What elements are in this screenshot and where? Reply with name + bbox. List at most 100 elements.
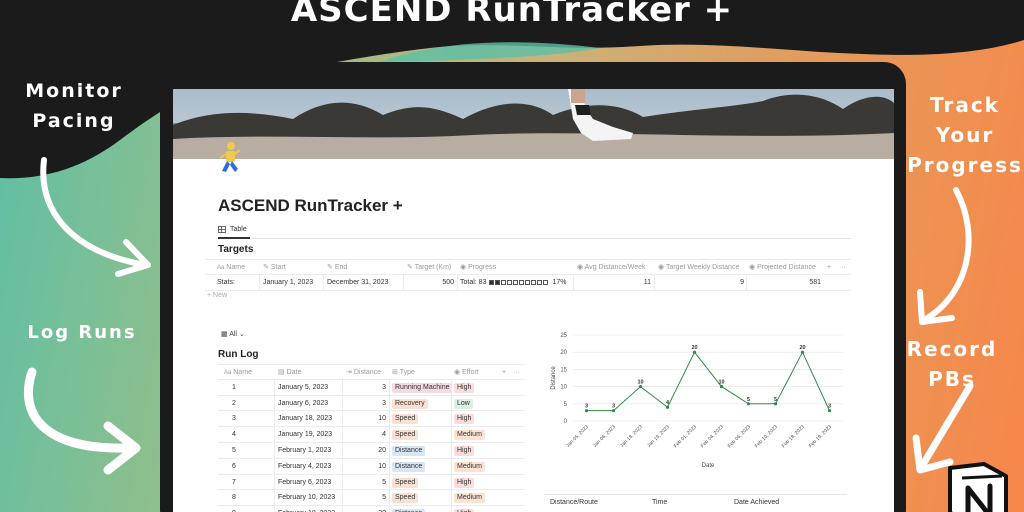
- col-header-type[interactable]: ⊞ Type: [392, 365, 415, 381]
- cell-divider: [274, 506, 275, 512]
- y-tick-label: 20: [560, 350, 567, 356]
- select-icon: ◉: [454, 369, 461, 376]
- new-row-button[interactable]: + New: [207, 292, 227, 299]
- runner-emoji-icon: [219, 142, 241, 172]
- curved-arrow-icon: [917, 187, 972, 325]
- progress-box: [525, 279, 531, 285]
- col-header-distance[interactable]: ⇥ Distance: [346, 365, 381, 381]
- col-header-end[interactable]: ✎ End: [327, 260, 347, 276]
- targets-title: Targets: [218, 244, 254, 255]
- x-tick-label: Feb 01, 2023: [673, 424, 698, 449]
- data-label: 3: [585, 404, 588, 410]
- data-label: 5: [774, 397, 777, 403]
- progress-box: [519, 279, 525, 285]
- cell-divider: [274, 411, 275, 428]
- cell-target-weekly: 9: [740, 279, 744, 286]
- cell-divider: [389, 506, 390, 512]
- col-header-target-weekly[interactable]: ◉ Target Weekly Distance: [658, 260, 739, 276]
- cell-effort: High: [454, 506, 475, 512]
- header-label: End: [334, 264, 348, 271]
- add-property-button[interactable]: +: [827, 260, 831, 276]
- view-selector-all[interactable]: ▦ All ⌄: [221, 330, 245, 338]
- cell-divider: [389, 379, 390, 396]
- effort-tag: High: [454, 414, 475, 425]
- progress-box: [501, 279, 507, 285]
- table-row[interactable]: 5 February 1, 2023 20 Distance High: [218, 442, 524, 459]
- progress-display: Total: 83 17%: [460, 275, 566, 291]
- table-row[interactable]: 6 February 4, 2023 10 Distance Medium: [218, 458, 524, 475]
- table-row[interactable]: 3 January 18, 2023 10 Speed High: [218, 411, 524, 428]
- cell-type: Speed: [392, 411, 419, 427]
- cell-date: February 1, 2023: [278, 446, 332, 454]
- col-header-effort[interactable]: ◉ Effort: [454, 365, 479, 381]
- x-tick-label: Feb 04, 2023: [700, 424, 725, 449]
- cell-divider: [342, 427, 343, 443]
- cell-date: February 18, 2023: [278, 506, 335, 512]
- header-label: Avg Distance/Week: [584, 264, 646, 271]
- col-header-start[interactable]: ✎ Start: [263, 260, 286, 276]
- cell-effort: Medium: [454, 459, 485, 475]
- cell-type: Speed: [392, 490, 419, 506]
- more-options-button[interactable]: ···: [513, 365, 520, 381]
- label-line: Record: [906, 337, 998, 361]
- tab-table-view[interactable]: Table: [218, 226, 247, 233]
- col-header-date-achieved[interactable]: Date Achieved: [734, 495, 779, 511]
- table-row[interactable]: 9 February 18, 2023 20 Distance High: [218, 506, 524, 512]
- cell-effort: High: [454, 380, 475, 396]
- table-row[interactable]: 4 January 19, 2023 4 Speed Medium: [218, 427, 524, 443]
- page-title: ASCEND RunTracker +: [218, 196, 403, 215]
- table-row[interactable]: 7 February 6, 2023 5 Speed High: [218, 474, 524, 491]
- cell-divider: [451, 442, 452, 459]
- cell-name: 1: [232, 383, 236, 391]
- header-label: Progress: [468, 264, 497, 271]
- cell-effort: Medium: [454, 490, 485, 506]
- x-tick-label: Feb 06, 2023: [727, 424, 752, 449]
- col-header-time[interactable]: Time: [652, 495, 667, 511]
- effort-tag: Medium: [454, 461, 485, 472]
- cell-date: January 19, 2023: [278, 431, 333, 439]
- col-header-avg-week[interactable]: ◉ Avg Distance/Week: [577, 260, 646, 276]
- col-header-progress[interactable]: ◉ Progress: [460, 260, 496, 276]
- cell-divider: [389, 458, 390, 475]
- cell-divider: [274, 458, 275, 475]
- col-header-projected[interactable]: ◉ Projected Distance: [749, 260, 816, 276]
- chevron-down-icon: ⌄: [238, 331, 245, 338]
- x-axis-label: Date: [702, 463, 715, 469]
- col-header-name[interactable]: Aa Name: [217, 260, 245, 276]
- col-header-date[interactable]: ▤ Date: [278, 365, 301, 381]
- cell-divider: [389, 427, 390, 443]
- table-row[interactable]: 8 February 10, 2023 5 Speed Medium: [218, 490, 524, 507]
- data-label: 10: [637, 380, 643, 386]
- cell-date: February 10, 2023: [278, 494, 336, 502]
- cell-divider: [342, 379, 343, 396]
- more-options-button[interactable]: ···: [839, 260, 846, 276]
- cell-divider: [451, 379, 452, 396]
- cell-divider: [342, 458, 343, 475]
- number-property-icon: ✎: [407, 264, 413, 271]
- cell-avg-week: 11: [643, 279, 651, 286]
- y-tick-label: 25: [560, 333, 567, 339]
- divider: [218, 238, 851, 239]
- cell-start: January 1, 2023: [263, 279, 314, 286]
- cell-divider: [274, 474, 275, 491]
- table-header-row: Distance/Route Time Date Achieved: [544, 494, 847, 510]
- col-header-distance-route[interactable]: Distance/Route: [550, 495, 598, 511]
- col-header-name[interactable]: Aa Name: [224, 365, 252, 381]
- run-log-table: Aa Name ▤ Date ⇥ Distance ⊞ Type ◉ Effor…: [218, 364, 524, 512]
- active-tab-indicator: [218, 237, 250, 239]
- cell-divider: [342, 395, 343, 412]
- label-line: Your: [935, 123, 995, 147]
- table-row[interactable]: 2 January 6, 2023 3 Recovery Low: [218, 395, 524, 412]
- header-label: Distance: [353, 369, 382, 376]
- cell-divider: [274, 379, 275, 396]
- cover-image: [173, 89, 894, 159]
- table-row[interactable]: 1 January 5, 2023 3 Running Machine High: [218, 379, 524, 396]
- add-property-button[interactable]: +: [502, 365, 506, 381]
- header-label: Effort: [462, 369, 479, 376]
- table-row[interactable]: Stats: January 1, 2023 December 31, 2023…: [205, 275, 851, 291]
- formula-property-icon: ◉: [658, 264, 665, 271]
- curved-arrow-icon: [40, 157, 151, 277]
- cell-divider: [342, 442, 343, 459]
- col-header-target[interactable]: ✎ Target (Km): [407, 260, 451, 276]
- view-label: All: [229, 331, 237, 338]
